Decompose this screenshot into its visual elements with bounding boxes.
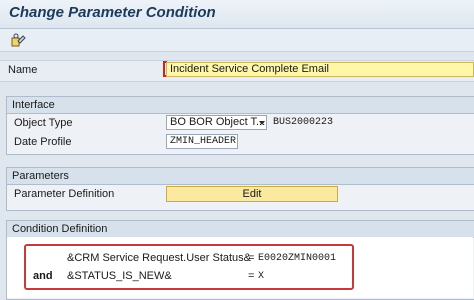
condition-comparator-2: = [248, 270, 255, 282]
condition-value-1: E0020ZMIN0001 [258, 253, 337, 264]
interface-group-title: Interface [7, 97, 474, 114]
toolbar [0, 29, 474, 52]
object-type-value: BUS2000223 [273, 117, 334, 128]
condition-field-2: &STATUS_IS_NEW& [67, 270, 172, 282]
condition-comparator-1: = [248, 252, 255, 264]
object-type-label: Object Type [14, 117, 73, 129]
title-bar: Change Parameter Condition [0, 0, 474, 29]
object-type-select[interactable]: BO BOR Object T... [166, 115, 267, 130]
edit-button[interactable]: Edit [166, 186, 338, 202]
display-change-icon[interactable] [10, 32, 26, 48]
name-label: Name [8, 64, 38, 76]
date-profile-label: Date Profile [14, 136, 72, 148]
parameters-group-title: Parameters [7, 168, 474, 185]
date-profile-field[interactable]: ZMIN_HEADER [166, 134, 238, 149]
chevron-down-icon[interactable] [257, 116, 267, 129]
condition-group-title: Condition Definition [7, 221, 474, 238]
condition-highlight [24, 244, 354, 290]
condition-field-1: &CRM Service Request.User Status& [67, 252, 252, 264]
page-title: Change Parameter Condition [9, 4, 216, 21]
condition-operator-2: and [33, 270, 53, 282]
parameter-definition-label: Parameter Definition [14, 188, 115, 200]
condition-value-2: X [258, 271, 265, 282]
name-field[interactable]: Incident Service Complete Email [166, 62, 474, 77]
